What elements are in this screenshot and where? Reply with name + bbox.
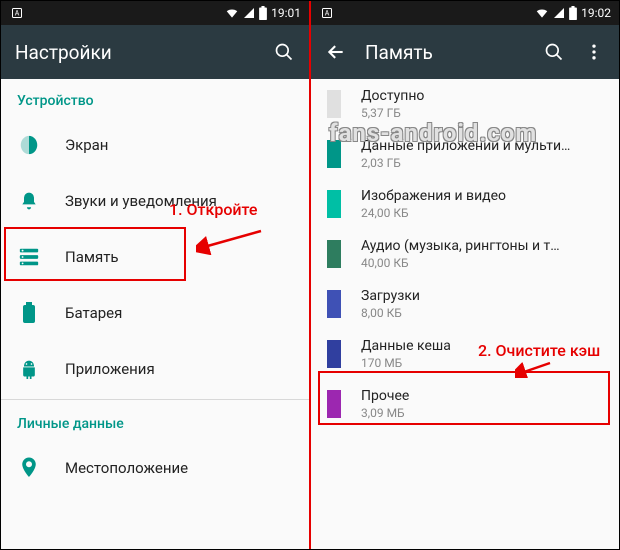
storage-label: Загрузки <box>361 288 603 304</box>
display-icon <box>17 133 41 157</box>
settings-item-label: Приложения <box>65 360 155 378</box>
storage-color-chip <box>327 340 341 368</box>
settings-item-sound[interactable]: Звуки и уведомления <box>1 173 309 229</box>
storage-value: 40,00 КБ <box>361 256 603 270</box>
storage-value: 2,03 ГБ <box>361 156 603 170</box>
app-bar: Память <box>311 25 619 79</box>
storage-row-audio[interactable]: Аудио (музыка, рингтоны и т… 40,00 КБ <box>311 229 619 279</box>
storage-value: 5,37 ГБ <box>361 106 603 120</box>
storage-row-apps[interactable]: Данные приложений и мульти… 2,03 ГБ <box>311 129 619 179</box>
status-bar: A 19:02 <box>311 1 619 25</box>
storage-value: 170 МБ <box>361 356 603 370</box>
android-icon <box>17 357 41 381</box>
storage-row-images[interactable]: Изображения и видео 24,00 КБ <box>311 179 619 229</box>
battery-icon <box>569 6 577 20</box>
divider <box>1 399 309 400</box>
bell-icon <box>17 189 41 213</box>
storage-label: Доступно <box>361 88 603 104</box>
phone-right-memory: A 19:02 Память Доступно 5 <box>311 1 619 549</box>
svg-text:A: A <box>15 10 20 18</box>
settings-item-battery[interactable]: Батарея <box>1 285 309 341</box>
keyboard-indicator-icon: A <box>11 7 23 19</box>
storage-icon <box>17 245 41 269</box>
storage-color-chip <box>327 240 341 268</box>
storage-row-available[interactable]: Доступно 5,37 ГБ <box>311 79 619 129</box>
storage-color-chip <box>327 290 341 318</box>
settings-item-apps[interactable]: Приложения <box>1 341 309 397</box>
location-icon <box>17 456 41 480</box>
storage-color-chip <box>327 90 341 118</box>
app-bar: Настройки <box>1 25 309 79</box>
storage-label: Данные кеша <box>361 338 603 354</box>
storage-label: Аудио (музыка, рингтоны и т… <box>361 238 603 254</box>
storage-value: 3,09 МБ <box>361 406 603 420</box>
page-title: Память <box>365 41 525 64</box>
page-title: Настройки <box>15 41 255 64</box>
overflow-menu-icon[interactable] <box>583 41 605 63</box>
storage-value: 24,00 КБ <box>361 206 603 220</box>
status-bar: A 19:01 <box>1 1 309 25</box>
search-icon[interactable] <box>543 41 565 63</box>
settings-item-label: Экран <box>65 136 108 154</box>
settings-item-display[interactable]: Экран <box>1 117 309 173</box>
storage-row-cache[interactable]: Данные кеша 170 МБ <box>311 329 619 379</box>
wifi-icon <box>535 6 549 20</box>
storage-color-chip <box>327 190 341 218</box>
battery-icon <box>17 301 41 325</box>
storage-label: Изображения и видео <box>361 188 603 204</box>
wifi-icon <box>225 6 239 20</box>
settings-item-location[interactable]: Местоположение <box>1 440 309 496</box>
settings-item-label: Батарея <box>65 304 122 322</box>
settings-item-memory[interactable]: Память <box>1 229 309 285</box>
back-icon[interactable] <box>325 41 347 63</box>
status-time: 19:01 <box>271 6 301 20</box>
section-personal: Личные данные <box>1 402 309 440</box>
storage-list: Доступно 5,37 ГБ Данные приложений и мул… <box>311 79 619 549</box>
settings-list: Устройство Экран Звуки и уведомления Пам… <box>1 79 309 549</box>
storage-color-chip <box>327 390 341 418</box>
battery-icon <box>259 6 267 20</box>
signal-icon <box>553 7 565 19</box>
storage-row-downloads[interactable]: Загрузки 8,00 КБ <box>311 279 619 329</box>
storage-label: Данные приложений и мульти… <box>361 138 603 154</box>
status-time: 19:02 <box>581 6 611 20</box>
storage-label: Прочее <box>361 388 603 404</box>
search-icon[interactable] <box>273 41 295 63</box>
settings-item-label: Память <box>65 248 119 266</box>
storage-value: 8,00 КБ <box>361 306 603 320</box>
phone-left-settings: A 19:01 Настройки Устройство Экран <box>1 1 309 549</box>
settings-item-label: Местоположение <box>65 459 188 477</box>
storage-row-misc[interactable]: Прочее 3,09 МБ <box>311 379 619 429</box>
section-device: Устройство <box>1 79 309 117</box>
settings-item-label: Звуки и уведомления <box>65 192 217 210</box>
keyboard-indicator-icon: A <box>321 7 333 19</box>
signal-icon <box>243 7 255 19</box>
storage-color-chip <box>327 140 341 168</box>
svg-text:A: A <box>325 10 330 18</box>
